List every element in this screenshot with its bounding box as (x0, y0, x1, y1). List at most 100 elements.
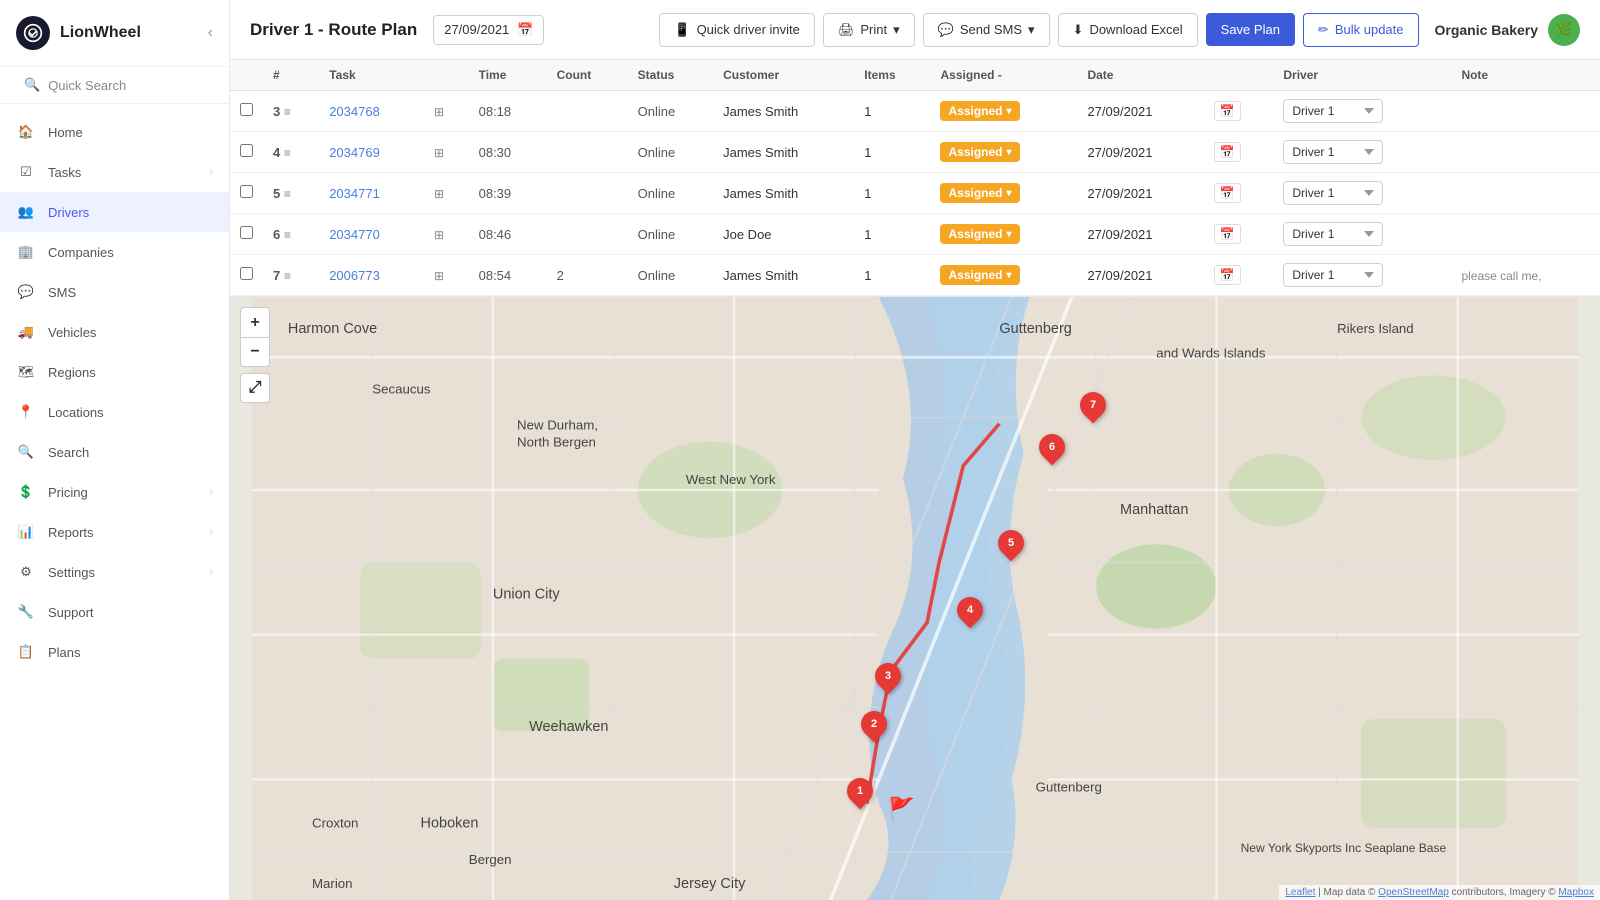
sidebar-item-pricing[interactable]: 💲 Pricing › (0, 472, 229, 512)
cal-btn-cell[interactable]: 📅 (1204, 255, 1274, 296)
assigned-status-cell[interactable]: Assigned (930, 91, 1077, 132)
sidebar-item-home[interactable]: 🏠 Home (0, 112, 229, 152)
drag-handle-icon[interactable]: ≡ (284, 228, 291, 242)
options-icon[interactable]: ⊞ (434, 187, 444, 201)
map-container[interactable]: Harmon Cove Secaucus New Durham, North B… (230, 297, 1600, 900)
sidebar-item-tasks[interactable]: ☑ Tasks › (0, 152, 229, 192)
leaflet-link[interactable]: Leaflet (1285, 887, 1315, 898)
date-picker[interactable]: 27/09/2021 📅 (433, 15, 544, 45)
row-checkbox[interactable] (240, 226, 253, 239)
assigned-badge[interactable]: Assigned (940, 265, 1019, 285)
cal-btn-cell[interactable]: 📅 (1204, 91, 1274, 132)
driver-select[interactable]: Driver 1 (1283, 140, 1383, 164)
sidebar-item-regions[interactable]: 🗺 Regions (0, 352, 229, 392)
date-edit-button[interactable]: 📅 (1214, 183, 1241, 203)
options-icon[interactable]: ⊞ (434, 269, 444, 283)
row-checkbox-cell[interactable] (230, 214, 263, 255)
driver-select[interactable]: Driver 1 (1283, 99, 1383, 123)
sidebar-item-settings[interactable]: ⚙ Settings › (0, 552, 229, 592)
driver-select[interactable]: Driver 1 (1283, 181, 1383, 205)
map-pin-6[interactable]: 6 (1039, 434, 1065, 460)
date-edit-button[interactable]: 📅 (1214, 224, 1241, 244)
date-edit-button[interactable]: 📅 (1214, 265, 1241, 285)
row-checkbox-cell[interactable] (230, 255, 263, 296)
download-excel-button[interactable]: ⬇ Download Excel (1058, 13, 1198, 47)
drag-handle-icon[interactable]: ≡ (284, 187, 291, 201)
drag-handle-icon[interactable]: ≡ (284, 146, 291, 160)
save-plan-button[interactable]: Save Plan (1206, 13, 1295, 46)
assigned-status-cell[interactable]: Assigned (930, 173, 1077, 214)
driver-cell[interactable]: Driver 1 (1273, 132, 1451, 173)
sidebar-item-label: Search (48, 445, 213, 460)
task-options-cell[interactable]: ⊞ (424, 214, 469, 255)
row-checkbox[interactable] (240, 185, 253, 198)
row-checkbox-cell[interactable] (230, 132, 263, 173)
zoom-in-button[interactable]: + (240, 307, 270, 337)
map-pin-5[interactable]: 5 (998, 530, 1024, 556)
assigned-status-cell[interactable]: Assigned (930, 132, 1077, 173)
sidebar-item-plans[interactable]: 📋 Plans (0, 632, 229, 672)
assigned-badge[interactable]: Assigned (940, 224, 1019, 244)
driver-cell[interactable]: Driver 1 (1273, 214, 1451, 255)
sidebar-item-reports[interactable]: 📊 Reports › (0, 512, 229, 552)
date-edit-button[interactable]: 📅 (1214, 142, 1241, 162)
options-icon[interactable]: ⊞ (434, 146, 444, 160)
cal-btn-cell[interactable]: 📅 (1204, 214, 1274, 255)
task-options-cell[interactable]: ⊞ (424, 91, 469, 132)
sidebar-item-drivers[interactable]: 👥 Drivers (0, 192, 229, 232)
date-edit-button[interactable]: 📅 (1214, 101, 1241, 121)
drag-handle-icon[interactable]: ≡ (284, 269, 291, 283)
task-options-cell[interactable]: ⊞ (424, 173, 469, 214)
quick-search-area[interactable]: 🔍 Quick Search (0, 67, 229, 104)
map-pin-2[interactable]: 2 (861, 711, 887, 737)
print-button[interactable]: 🖨 Print ▾ (823, 13, 915, 47)
sidebar-item-locations[interactable]: 📍 Locations (0, 392, 229, 432)
sidebar-item-sms[interactable]: 💬 SMS (0, 272, 229, 312)
sidebar-item-search[interactable]: 🔍 Search (0, 432, 229, 472)
driver-cell[interactable]: Driver 1 (1273, 173, 1451, 214)
row-checkbox[interactable] (240, 267, 253, 280)
map-pin-4[interactable]: 4 (957, 597, 983, 623)
osm-link[interactable]: OpenStreetMap (1378, 887, 1449, 898)
task-link[interactable]: 2034769 (329, 145, 380, 160)
task-options-cell[interactable]: ⊞ (424, 255, 469, 296)
sidebar-item-companies[interactable]: 🏢 Companies (0, 232, 229, 272)
task-options-cell[interactable]: ⊞ (424, 132, 469, 173)
mapbox-link[interactable]: Mapbox (1558, 887, 1594, 898)
send-sms-button[interactable]: 💬 Send SMS ▾ (923, 13, 1050, 47)
row-checkbox-cell[interactable] (230, 91, 263, 132)
cal-btn-cell[interactable]: 📅 (1204, 173, 1274, 214)
sidebar-item-support[interactable]: 🔧 Support (0, 592, 229, 632)
delivery-status-cell: Online (628, 173, 713, 214)
driver-select[interactable]: Driver 1 (1283, 222, 1383, 246)
assigned-badge[interactable]: Assigned (940, 142, 1019, 162)
task-link[interactable]: 2034770 (329, 227, 380, 242)
row-checkbox[interactable] (240, 144, 253, 157)
task-link[interactable]: 2034768 (329, 104, 380, 119)
driver-cell[interactable]: Driver 1 (1273, 91, 1451, 132)
expand-map-button[interactable]: ⤢ (240, 373, 270, 403)
map-pin-1[interactable]: 1 (847, 778, 873, 804)
sidebar-item-vehicles[interactable]: 🚚 Vehicles (0, 312, 229, 352)
driver-select[interactable]: Driver 1 (1283, 263, 1383, 287)
svg-text:Croxton: Croxton (312, 816, 358, 831)
sidebar-collapse-button[interactable]: ‹ (208, 24, 213, 42)
drag-handle-icon[interactable]: ≡ (284, 105, 291, 119)
assigned-badge[interactable]: Assigned (940, 183, 1019, 203)
task-link[interactable]: 2006773 (329, 268, 380, 283)
options-icon[interactable]: ⊞ (434, 105, 444, 119)
options-icon[interactable]: ⊞ (434, 228, 444, 242)
driver-cell[interactable]: Driver 1 (1273, 255, 1451, 296)
assigned-status-cell[interactable]: Assigned (930, 255, 1077, 296)
row-checkbox-cell[interactable] (230, 173, 263, 214)
row-checkbox[interactable] (240, 103, 253, 116)
task-link[interactable]: 2034771 (329, 186, 380, 201)
bulk-update-button[interactable]: ✏ Bulk update (1303, 13, 1419, 47)
assigned-status-cell[interactable]: Assigned (930, 214, 1077, 255)
zoom-out-button[interactable]: − (240, 337, 270, 367)
map-pin-3[interactable]: 3 (875, 663, 901, 689)
assigned-badge[interactable]: Assigned (940, 101, 1019, 121)
cal-btn-cell[interactable]: 📅 (1204, 132, 1274, 173)
map-pin-7[interactable]: 7 (1080, 392, 1106, 418)
quick-driver-invite-button[interactable]: 📱 Quick driver invite (659, 13, 815, 47)
